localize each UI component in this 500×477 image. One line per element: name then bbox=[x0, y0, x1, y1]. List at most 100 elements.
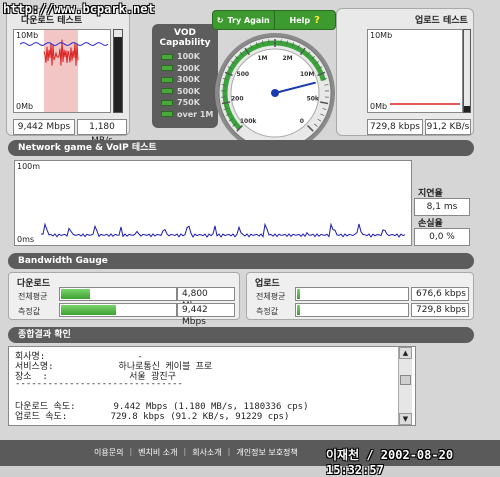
bandwidth-download-avg-value: 4,800 Mbps bbox=[177, 287, 235, 301]
bandwidth-download-avg-bar bbox=[59, 287, 177, 301]
vod-level-row: 750K bbox=[161, 97, 218, 109]
download-graph-min: 0Mb bbox=[16, 102, 33, 111]
network-graph: 100m 0ms bbox=[14, 160, 412, 246]
bandwidth-upload-avg-fill bbox=[297, 289, 300, 299]
vod-led-indicator bbox=[161, 100, 173, 106]
footer-link[interactable]: 이용문의 bbox=[94, 447, 123, 458]
vod-level-row: 500K bbox=[161, 86, 218, 98]
vod-led-indicator bbox=[161, 65, 173, 71]
scroll-up-arrow[interactable]: ▲ bbox=[399, 347, 412, 359]
vod-led-indicator bbox=[161, 77, 173, 83]
vod-level-label: 100K bbox=[177, 52, 200, 61]
latency-series-line bbox=[41, 224, 405, 237]
upload-level-bar bbox=[463, 29, 471, 113]
network-graph-plot bbox=[15, 161, 411, 245]
upload-graph-min: 0Mb bbox=[370, 102, 387, 111]
download-level-bar bbox=[113, 29, 123, 113]
latency-value: 8,1 ms bbox=[414, 198, 470, 216]
gauge-button-bar: ↻ Try Again Help ? bbox=[212, 10, 336, 30]
download-graph: 10Mb 0Mb bbox=[13, 29, 111, 113]
footer-links: 이용문의 | 벤치비 소개 | 회사소개 | 개인정보 보호정책 bbox=[94, 447, 298, 458]
help-button[interactable]: Help ? bbox=[274, 11, 336, 29]
footer-separator: | bbox=[184, 447, 187, 458]
upload-speed: 729,8 kbps bbox=[367, 119, 423, 135]
vod-level-label: 200K bbox=[177, 64, 200, 73]
bandwidth-download-measured-fill bbox=[61, 305, 116, 315]
bandwidth-download-avg-fill bbox=[61, 289, 90, 299]
vod-led-indicator bbox=[161, 88, 173, 94]
upload-graph-max: 10Mb bbox=[370, 31, 392, 40]
gauge-tick-label: 200 bbox=[231, 95, 244, 102]
refresh-icon: ↻ bbox=[217, 16, 224, 25]
bandwidth-upload-panel: 업로드 전체평균 676,6 kbps 측정값 729,8 kbps bbox=[246, 272, 474, 320]
network-graph-max: 100m bbox=[17, 162, 40, 171]
vod-level-label: 750K bbox=[177, 98, 200, 107]
gauge-tick-label: 10M bbox=[300, 71, 314, 78]
vod-level-label: 300K bbox=[177, 75, 200, 84]
try-again-button[interactable]: ↻ Try Again bbox=[213, 11, 274, 29]
upload-graph: 10Mb 0Mb bbox=[367, 29, 463, 113]
upload-level-fill bbox=[464, 30, 470, 106]
download-graph-max: 10Mb bbox=[16, 31, 38, 40]
bandwidth-section-header: Bandwidth Gauge bbox=[8, 253, 474, 269]
vod-level-row: 200K bbox=[161, 63, 218, 75]
gauge-tick-label: 1M bbox=[257, 55, 267, 62]
bandwidth-download-panel: 다운로드 전체평균 4,800 Mbps 측정값 9,442 Mbps bbox=[8, 272, 240, 320]
download-rate: 1,180 MB/s bbox=[77, 119, 127, 135]
download-level-fill bbox=[114, 30, 122, 37]
gauge-tick-label: 500 bbox=[237, 71, 250, 78]
watermark-timestamp: 이재천 / 2002-08-20 15:32:57 bbox=[326, 446, 500, 477]
speed-gauge: ↻ Try Again Help ? 100k 200 500 1M 2M 10M 50k 0 bbox=[212, 6, 338, 156]
vod-level-list: 100K 200K 300K 500K 750K over 1M bbox=[152, 51, 218, 120]
speedtest-window: http://www.bcpark.net 다운로드 테스트 10Mb 0Mb … bbox=[0, 0, 500, 466]
bandwidth-download-measured-value: 9,442 Mbps bbox=[177, 303, 235, 317]
upload-rate: 91,2 KB/s bbox=[425, 119, 471, 135]
gauge-tick-label: 50k bbox=[307, 95, 320, 102]
bandwidth-upload-measured-label: 측정값 bbox=[256, 306, 278, 317]
network-graph-min: 0ms bbox=[17, 235, 34, 244]
bandwidth-upload-measured-fill bbox=[297, 305, 300, 315]
download-panel: 다운로드 테스트 10Mb 0Mb 9,442 Mbps 1,180 MB/s bbox=[6, 8, 130, 136]
gauge-tick-label: 2M bbox=[282, 55, 292, 62]
upload-title: 업로드 테스트 bbox=[415, 13, 468, 26]
gauge-dial: 100k 200 500 1M 2M 10M 50k 0 bbox=[212, 30, 338, 156]
loss-value: 0,0 % bbox=[414, 228, 470, 246]
footer-link[interactable]: 개인정보 보호정책 bbox=[236, 447, 297, 458]
gauge-tick-label: 100k bbox=[240, 118, 258, 125]
footer-link[interactable]: 벤치비 소개 bbox=[138, 447, 177, 458]
results-scrollbar[interactable]: ▲ ▼ bbox=[398, 347, 412, 425]
bandwidth-download-avg-label: 전체평균 bbox=[18, 291, 47, 302]
scroll-down-arrow[interactable]: ▼ bbox=[399, 413, 412, 425]
bandwidth-download-title: 다운로드 bbox=[17, 276, 50, 289]
bandwidth-upload-title: 업로드 bbox=[255, 276, 280, 289]
vod-led-indicator bbox=[161, 111, 173, 117]
bandwidth-upload-avg-bar bbox=[295, 287, 409, 301]
footer-link[interactable]: 회사소개 bbox=[192, 447, 221, 458]
vod-level-label: 500K bbox=[177, 87, 200, 96]
question-icon: ? bbox=[314, 15, 320, 26]
download-graph-plot bbox=[14, 30, 110, 112]
download-speed: 9,442 Mbps bbox=[13, 119, 75, 135]
vod-led-indicator bbox=[161, 54, 173, 60]
vod-title: VOD Capability bbox=[152, 28, 218, 48]
bandwidth-download-measured-label: 측정값 bbox=[18, 306, 40, 317]
vod-level-row: 100K bbox=[161, 51, 218, 63]
footer-separator: | bbox=[129, 447, 132, 458]
try-again-label: Try Again bbox=[227, 16, 269, 25]
results-line: ------------------------------- bbox=[15, 379, 183, 389]
bandwidth-upload-avg-label: 전체평균 bbox=[256, 291, 285, 302]
bandwidth-download-measured-bar bbox=[59, 303, 177, 317]
scroll-thumb[interactable] bbox=[400, 375, 411, 385]
vod-level-row: over 1M bbox=[161, 109, 218, 121]
results-line: 업로드 속도: 729.8 kbps (91.2 KB/s, 91229 cps… bbox=[15, 409, 289, 422]
results-textarea[interactable]: 회사명: -서비스명: 하나로통신 케이블 프로장소 : 서울 광진구-----… bbox=[8, 346, 416, 426]
network-section-header: Network game & VoIP 테스트 bbox=[8, 140, 474, 156]
vod-capability-panel: VOD Capability 100K 200K 300K 500K 750K over … bbox=[152, 24, 218, 128]
bandwidth-upload-measured-value: 729,8 kbps bbox=[411, 303, 469, 317]
bandwidth-upload-measured-bar bbox=[295, 303, 409, 317]
bandwidth-upload-avg-value: 676,6 kbps bbox=[411, 287, 469, 301]
gauge-tick-label: 0 bbox=[300, 118, 304, 125]
help-label: Help bbox=[290, 16, 311, 25]
watermark-url: http://www.bcpark.net bbox=[3, 2, 155, 16]
footer-separator: | bbox=[228, 447, 231, 458]
